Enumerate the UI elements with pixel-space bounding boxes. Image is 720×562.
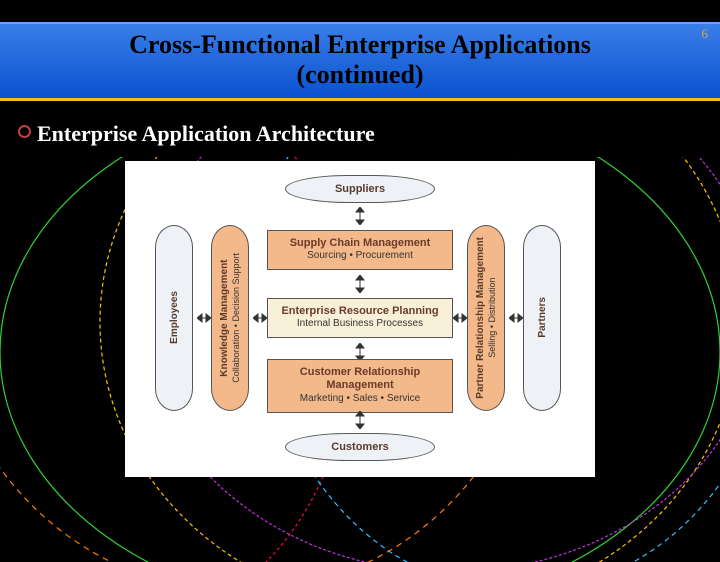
knowledge-mgmt-ellipse: Knowledge Management Collaboration • Dec… bbox=[211, 225, 249, 411]
diagram-panel: Suppliers Supply Chain Management Sourci… bbox=[125, 161, 595, 477]
km-sub: Collaboration • Decision Support bbox=[231, 253, 241, 383]
suppliers-ellipse: Suppliers bbox=[285, 175, 435, 203]
erp-box: Enterprise Resource Planning Internal Bu… bbox=[267, 298, 453, 338]
scm-title: Supply Chain Management bbox=[272, 237, 448, 251]
arrow-scm-erp bbox=[354, 275, 366, 293]
section-heading-row: Enterprise Application Architecture bbox=[0, 101, 720, 157]
scm-sub: Sourcing • Procurement bbox=[272, 250, 448, 263]
section-heading: Enterprise Application Architecture bbox=[37, 121, 375, 146]
prm-ellipse: Partner Relationship Management Selling … bbox=[467, 225, 505, 411]
bullet-ring-icon bbox=[18, 125, 31, 138]
partners-label: Partners bbox=[537, 297, 548, 338]
page-number: 6 bbox=[702, 26, 709, 42]
km-title: Knowledge Management bbox=[219, 259, 230, 376]
prm-sub: Selling • Distribution bbox=[487, 278, 497, 358]
arrow-suppliers-scm bbox=[354, 207, 366, 225]
crm-box: Customer Relationship Management Marketi… bbox=[267, 359, 453, 413]
architecture-diagram: Suppliers Supply Chain Management Sourci… bbox=[133, 171, 587, 465]
crm-title: Customer Relationship Management bbox=[272, 366, 448, 394]
title-bar: Cross-Functional Enterprise Applications… bbox=[0, 22, 720, 101]
crm-sub: Marketing • Sales • Service bbox=[272, 393, 448, 406]
employees-label: Employees bbox=[169, 291, 180, 344]
erp-title: Enterprise Resource Planning bbox=[272, 305, 448, 319]
customers-ellipse: Customers bbox=[285, 433, 435, 461]
scm-box: Supply Chain Management Sourcing • Procu… bbox=[267, 230, 453, 270]
arrow-emp-km bbox=[197, 312, 211, 324]
arrow-erp-prm bbox=[453, 312, 467, 324]
employees-ellipse: Employees bbox=[155, 225, 193, 411]
prm-title: Partner Relationship Management bbox=[475, 237, 486, 399]
arrow-km-erp bbox=[253, 312, 267, 324]
arrow-prm-partners bbox=[509, 312, 523, 324]
title-line-2: (continued) bbox=[0, 60, 720, 90]
title-line-1: Cross-Functional Enterprise Applications bbox=[0, 30, 720, 60]
arrow-crm-customers bbox=[354, 411, 366, 429]
erp-sub: Internal Business Processes bbox=[272, 318, 448, 331]
partners-ellipse: Partners bbox=[523, 225, 561, 411]
